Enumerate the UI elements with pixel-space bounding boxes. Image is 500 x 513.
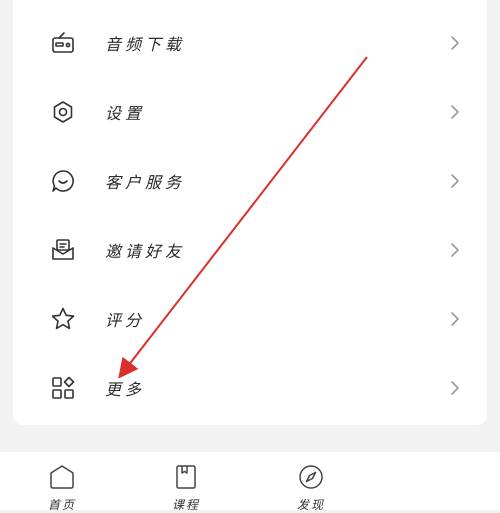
chevron-right-icon	[449, 173, 461, 189]
gear-icon	[50, 99, 76, 125]
menu-item-label: 音频下载	[105, 34, 186, 54]
star-icon	[50, 306, 76, 332]
chevron-right-icon	[449, 380, 461, 396]
radio-icon	[50, 30, 76, 56]
menu-item-settings[interactable]: 设置	[13, 77, 487, 146]
menu-item-label: 设置	[105, 103, 146, 123]
menu-item-audio-download[interactable]: 音频下载	[13, 8, 487, 77]
chevron-right-icon	[449, 104, 461, 120]
tab-label: 首页	[47, 498, 76, 512]
menu-item-invite-friends[interactable]: 邀请好友	[13, 215, 487, 284]
menu-item-customer-service[interactable]: 客户服务	[13, 146, 487, 215]
home-icon	[49, 464, 75, 490]
bottom-tab-bar: 首页 课程 发现	[0, 452, 500, 512]
envelope-icon	[50, 237, 76, 263]
apps-grid-icon	[50, 375, 76, 401]
tab-label: 课程	[171, 498, 200, 512]
tab-discover[interactable]: 发现	[271, 452, 351, 512]
menu-item-label: 邀请好友	[105, 241, 186, 261]
chevron-right-icon	[449, 35, 461, 51]
compass-icon	[298, 464, 324, 490]
menu-card: 音频下载 设置 客户服务 邀请好友 评分 更多	[13, 0, 487, 425]
chevron-right-icon	[449, 242, 461, 258]
tab-courses[interactable]: 课程	[146, 452, 226, 512]
tab-home[interactable]: 首页	[22, 452, 102, 512]
chat-smile-icon	[50, 168, 76, 194]
menu-item-more[interactable]: 更多	[13, 353, 487, 422]
tab-label: 发现	[296, 498, 325, 512]
chevron-right-icon	[449, 311, 461, 327]
book-icon	[173, 464, 199, 490]
menu-item-rating[interactable]: 评分	[13, 284, 487, 353]
menu-item-label: 客户服务	[105, 172, 186, 192]
menu-item-label: 更多	[105, 379, 146, 399]
menu-item-label: 评分	[105, 310, 146, 330]
